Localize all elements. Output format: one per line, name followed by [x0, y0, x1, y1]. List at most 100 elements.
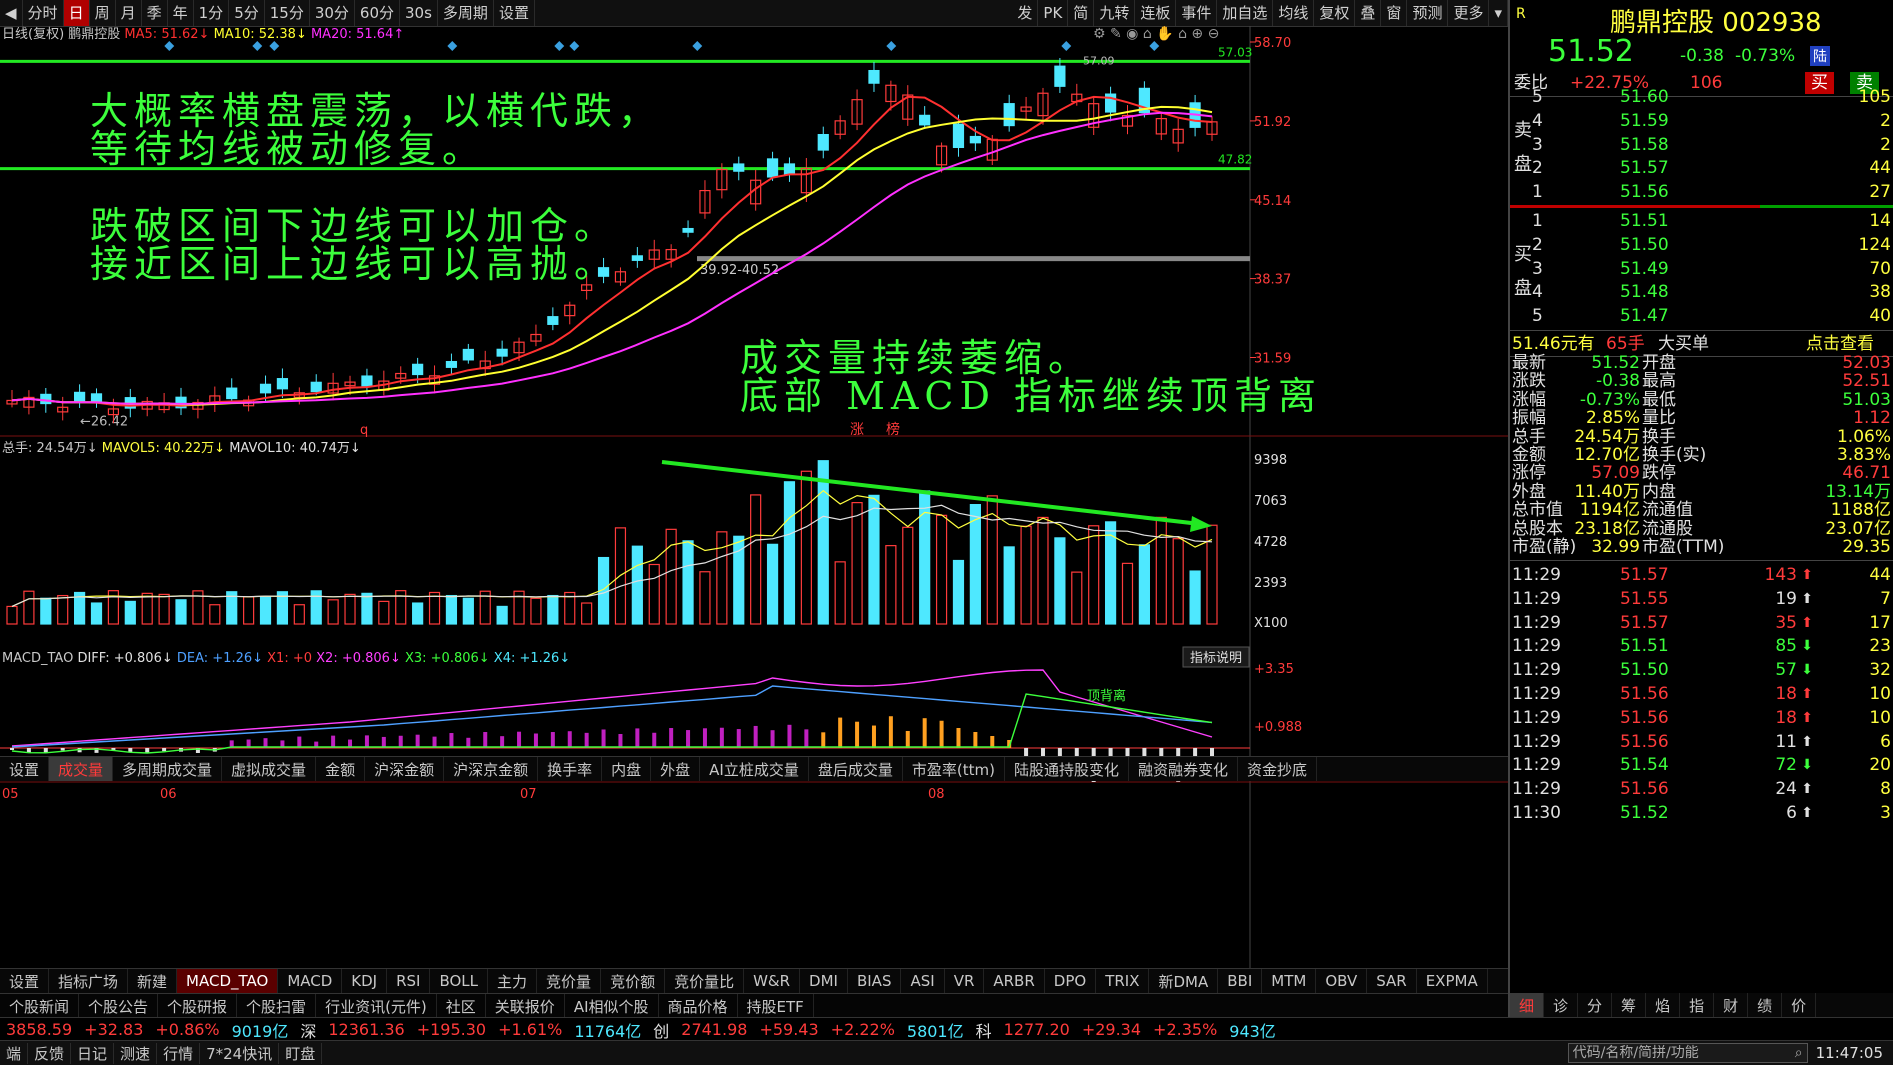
period-tab-3[interactable]: 月 — [116, 0, 142, 26]
news-tab-9[interactable]: 持股ETF — [738, 994, 814, 1018]
panel-tab-1[interactable]: 诊 — [1544, 993, 1579, 1017]
bottom-button-0[interactable]: 端 — [0, 1042, 29, 1064]
indicator-tab-11[interactable]: 竞价量比 — [665, 969, 745, 993]
bids-row[interactable]: 1 51.51 14 — [1510, 210, 1893, 232]
tool-button-1[interactable]: PK — [1038, 0, 1069, 26]
volume-tab-11[interactable]: 盘后成交量 — [809, 757, 903, 781]
indicator-tab-6[interactable]: RSI — [387, 969, 431, 993]
volume-tab-3[interactable]: 虚拟成交量 — [222, 757, 317, 781]
bottom-button-2[interactable]: 日记 — [71, 1042, 115, 1064]
news-tab-0[interactable]: 个股新闻 — [0, 994, 80, 1018]
tool-button-9[interactable]: 叠 — [1355, 0, 1382, 26]
panel-tab-5[interactable]: 指 — [1680, 993, 1715, 1017]
volume-tab-9[interactable]: 外盘 — [651, 757, 701, 781]
bids-row[interactable]: 2 51.50 124 — [1510, 234, 1893, 256]
indicator-tab-10[interactable]: 竞价额 — [601, 969, 666, 993]
indicator-tab-8[interactable]: 主力 — [488, 969, 538, 993]
event-marker-icon[interactable] — [269, 41, 280, 51]
indicator-tab-24[interactable]: SAR — [1367, 969, 1417, 993]
tool-button-10[interactable]: 窗 — [1381, 0, 1408, 26]
tool-button-2[interactable]: 简 — [1068, 0, 1095, 26]
indicator-tab-4[interactable]: MACD — [278, 969, 343, 993]
news-tab-3[interactable]: 个股扫雷 — [237, 994, 317, 1018]
tool-button-6[interactable]: 加自选 — [1217, 0, 1274, 26]
volume-tab-15[interactable]: 资金抄底 — [1238, 757, 1317, 781]
indicator-tab-25[interactable]: EXPMA — [1417, 969, 1488, 993]
indicator-tab-17[interactable]: ARBR — [984, 969, 1045, 993]
period-tab-11[interactable]: 30s — [400, 0, 438, 26]
volume-tab-5[interactable]: 沪深金额 — [365, 757, 445, 781]
tool-button-11[interactable]: 预测 — [1407, 0, 1449, 26]
indicator-tab-23[interactable]: OBV — [1316, 969, 1368, 993]
panel-tab-0[interactable]: 细 — [1510, 993, 1545, 1017]
big-order-link[interactable]: 点击查看 — [1806, 333, 1874, 355]
event-marker-icon[interactable] — [252, 41, 263, 51]
panel-tab-4[interactable]: 焰 — [1646, 993, 1681, 1017]
tool-button-0[interactable]: 发 — [1012, 0, 1039, 26]
indicator-tab-7[interactable]: BOLL — [430, 969, 489, 993]
asks-row[interactable]: 2 51.57 44 — [1510, 157, 1893, 179]
event-marker-icon[interactable] — [569, 41, 580, 51]
indicator-tab-19[interactable]: TRIX — [1096, 969, 1150, 993]
volume-tab-7[interactable]: 换手率 — [538, 757, 603, 781]
tool-button-5[interactable]: 事件 — [1176, 0, 1218, 26]
indicator-tab-3[interactable]: MACD_TAO — [177, 969, 279, 993]
period-tab-10[interactable]: 60分 — [355, 0, 401, 26]
asks-row[interactable]: 5 51.60 105 — [1510, 86, 1893, 108]
indicator-tab-12[interactable]: W&R — [744, 969, 801, 993]
indicator-tab-15[interactable]: ASI — [901, 969, 945, 993]
bids-row[interactable]: 4 51.48 38 — [1510, 281, 1893, 303]
menu-arrow-icon[interactable]: ◀ — [0, 0, 23, 26]
panel-tab-3[interactable]: 筹 — [1612, 993, 1647, 1017]
indicator-tab-0[interactable]: 设置 — [0, 969, 50, 993]
indicator-tab-1[interactable]: 指标广场 — [49, 969, 129, 993]
period-tab-2[interactable]: 周 — [90, 0, 116, 26]
news-tab-7[interactable]: AI相似个股 — [565, 994, 659, 1018]
big-order-row[interactable]: 51.46元有 65手 大买单 点击查看 — [1510, 333, 1893, 355]
bids-row[interactable]: 5 51.47 40 — [1510, 305, 1893, 327]
chart-tool-icons[interactable]: ⚙ ✎ ◉ ⌂ ✋ ⌂ ⊕ ⊖ — [1093, 26, 1219, 42]
asks-row[interactable]: 3 51.58 2 — [1510, 134, 1893, 156]
asks-row[interactable]: 4 51.59 2 — [1510, 110, 1893, 132]
tool-button-12[interactable]: 更多 — [1448, 0, 1490, 26]
period-tab-0[interactable]: 分时 — [23, 0, 64, 26]
panel-tab-8[interactable]: 价 — [1782, 993, 1817, 1017]
indicator-tab-2[interactable]: 新建 — [128, 969, 178, 993]
bottom-button-1[interactable]: 反馈 — [28, 1042, 72, 1064]
volume-tab-2[interactable]: 多周期成交量 — [113, 757, 223, 781]
news-tab-5[interactable]: 社区 — [437, 994, 486, 1018]
indicator-tab-22[interactable]: MTM — [1262, 969, 1317, 993]
panel-tab-6[interactable]: 财 — [1714, 993, 1749, 1017]
volume-tab-14[interactable]: 融资融券变化 — [1129, 757, 1238, 781]
news-tab-4[interactable]: 行业资讯(元件) — [316, 994, 437, 1018]
news-tab-1[interactable]: 个股公告 — [79, 994, 159, 1018]
volume-tab-8[interactable]: 内盘 — [602, 757, 652, 781]
asks-row[interactable]: 1 51.56 27 — [1510, 181, 1893, 203]
event-marker-icon[interactable] — [554, 41, 565, 51]
volume-tab-4[interactable]: 金额 — [316, 757, 366, 781]
tool-button-8[interactable]: 复权 — [1314, 0, 1356, 26]
indicator-tab-21[interactable]: BBI — [1218, 969, 1263, 993]
event-marker-icon[interactable] — [164, 41, 175, 51]
period-tab-4[interactable]: 季 — [142, 0, 168, 26]
indicator-tab-5[interactable]: KDJ — [342, 969, 388, 993]
news-tab-8[interactable]: 商品价格 — [659, 994, 738, 1018]
volume-tab-13[interactable]: 陆股通持股变化 — [1005, 757, 1129, 781]
indicator-tab-13[interactable]: DMI — [800, 969, 848, 993]
indicator-tab-9[interactable]: 竞价量 — [537, 969, 602, 993]
bottom-button-6[interactable]: 盯盘 — [279, 1042, 323, 1064]
period-tab-6[interactable]: 1分 — [194, 0, 230, 26]
tool-button-3[interactable]: 九转 — [1094, 0, 1136, 26]
indicator-tab-18[interactable]: DPO — [1045, 969, 1097, 993]
news-tab-6[interactable]: 关联报价 — [486, 994, 565, 1018]
indicator-tab-14[interactable]: BIAS — [848, 969, 902, 993]
bottom-button-3[interactable]: 测速 — [114, 1042, 158, 1064]
volume-tab-0[interactable]: 设置 — [0, 757, 50, 781]
event-marker-icon[interactable] — [447, 41, 458, 51]
indicator-tab-16[interactable]: VR — [945, 969, 985, 993]
panel-tab-7[interactable]: 绩 — [1748, 993, 1783, 1017]
panel-tab-2[interactable]: 分 — [1578, 993, 1613, 1017]
bottom-button-5[interactable]: 7*24快讯 — [200, 1042, 280, 1064]
event-marker-icon[interactable] — [1149, 41, 1160, 51]
volume-tab-6[interactable]: 沪深京金额 — [444, 757, 539, 781]
